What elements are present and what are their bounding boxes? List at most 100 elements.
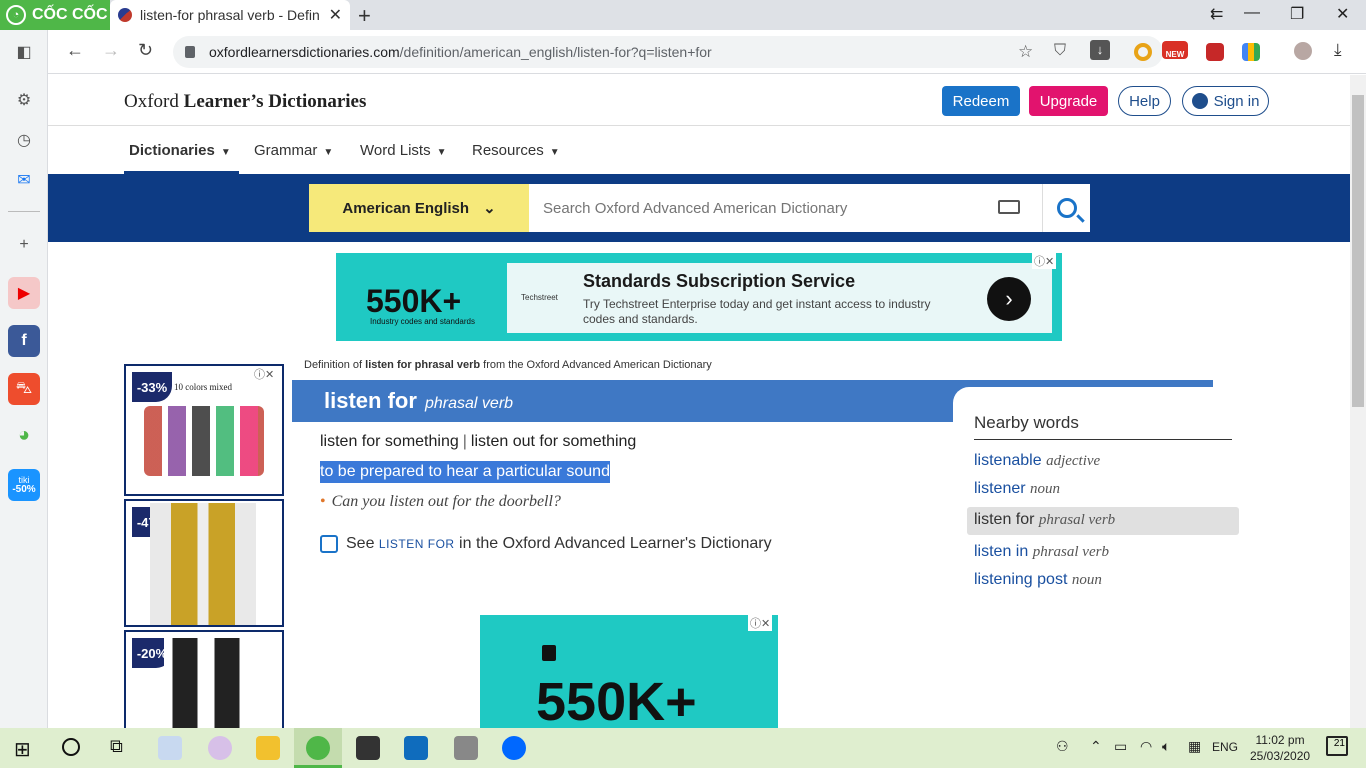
see-link[interactable]: LISTEN FOR — [379, 537, 455, 551]
product-image — [164, 638, 248, 728]
volume-icon[interactable]: 🔈︎ — [1162, 738, 1170, 755]
input-language[interactable]: ENG — [1212, 740, 1238, 754]
tray-chevron-up-icon[interactable]: ⌃ — [1090, 738, 1102, 755]
coccoc-taskbar-icon[interactable] — [306, 736, 330, 760]
minimize-icon[interactable]: — — [1244, 4, 1260, 22]
download-page-icon[interactable]: ↓ — [1090, 40, 1110, 60]
ad-big-number: 550K+ — [536, 672, 697, 728]
nearby-item-current[interactable]: listen for phrasal verb — [974, 511, 1115, 529]
youtube-icon[interactable]: ▶ — [8, 277, 40, 309]
nav-resources[interactable]: Resources ▼ — [472, 142, 560, 159]
app-icon[interactable] — [454, 736, 478, 760]
clock-date: 25/03/2020 — [1250, 749, 1311, 763]
logo-oxford: Oxford — [124, 91, 184, 112]
search-input[interactable] — [529, 184, 1042, 232]
ad-banner-bottom[interactable]: 550K+ ⓘ✕ — [480, 615, 778, 728]
ad-info-close-icon[interactable]: ⓘ✕ — [1032, 253, 1057, 269]
new-ext-icon[interactable]: NEW — [1162, 41, 1188, 59]
phrase-separator: | — [462, 433, 467, 450]
ad-sidebar-products[interactable]: -33% 10 colors mixed ⓘ✕ -47% -20% — [124, 364, 284, 728]
task-view-icon[interactable]: ⧉ — [110, 736, 123, 757]
phrase-form: listen out for something — [470, 433, 637, 450]
cortana-icon[interactable] — [62, 738, 80, 756]
bookmark-star-icon[interactable]: ☆ — [1018, 42, 1033, 62]
nav-word-lists[interactable]: Word Lists ▼ — [360, 142, 446, 159]
nearby-item[interactable]: listener noun — [974, 480, 1060, 498]
see-also-link[interactable]: See LISTEN FOR in the Oxford Advanced Le… — [320, 535, 772, 553]
tiki-icon[interactable]: tiki -50% — [8, 469, 40, 501]
search-button[interactable] — [1042, 184, 1090, 232]
nearby-item[interactable]: listenable adjective — [974, 452, 1100, 470]
product-ad[interactable]: -33% 10 colors mixed ⓘ✕ — [124, 364, 284, 496]
red-ext-icon[interactable] — [1206, 43, 1224, 61]
windows-start-icon[interactable]: ⊞ — [14, 737, 31, 762]
close-tab-icon[interactable]: ✕ — [329, 5, 342, 25]
reload-icon[interactable]: ↻ — [138, 40, 153, 61]
clock-time: 11:02 pm — [1255, 733, 1305, 747]
scrollbar-thumb[interactable] — [1352, 95, 1364, 407]
clock[interactable]: 11:02 pm 25/03/2020 — [1250, 732, 1310, 764]
downloads-icon[interactable]: ⤓ — [1334, 40, 1342, 60]
address-bar-row: oxfordlearnersdictionaries.com/definitio… — [48, 30, 1366, 74]
nearby-item[interactable]: listening post noun — [974, 571, 1102, 589]
settings-icon[interactable]: ⚙ — [8, 84, 40, 116]
upgrade-button[interactable]: Upgrade — [1029, 86, 1108, 116]
document-icon — [542, 645, 556, 661]
chevron-down-icon: ▼ — [436, 147, 447, 158]
coccoc-app-icon[interactable]: ◕ — [8, 419, 40, 451]
messenger-icon[interactable]: ✉ — [8, 164, 40, 196]
nav-grammar[interactable]: Grammar ▼ — [254, 142, 333, 159]
tab-search-icon[interactable]: ⇇ — [1210, 4, 1223, 24]
product-ad[interactable]: -20% — [124, 630, 284, 728]
ad-info-close-icon[interactable]: ⓘ✕ — [748, 615, 773, 631]
active-tab[interactable]: listen-for phrasal verb - Defin ✕ — [110, 0, 350, 30]
nearby-item[interactable]: listen in phrasal verb — [974, 543, 1109, 561]
close-window-icon[interactable]: ✕ — [1336, 4, 1349, 24]
redeem-button[interactable]: Redeem — [942, 86, 1020, 116]
outlook-icon[interactable] — [404, 736, 428, 760]
page-scrollbar[interactable] — [1350, 75, 1366, 728]
ad-arrow-button[interactable]: › — [987, 277, 1031, 321]
facebook-icon[interactable]: f — [8, 325, 40, 357]
battery-icon[interactable]: ▭ — [1114, 738, 1127, 755]
notification-count: 21 — [1333, 738, 1345, 749]
sidebar-toggle-icon[interactable]: ◧ — [8, 36, 40, 68]
zalo-icon[interactable] — [502, 736, 526, 760]
wifi-icon[interactable]: ◠ — [1140, 738, 1152, 755]
headword: listen for — [324, 388, 417, 413]
app-icon[interactable] — [208, 736, 232, 760]
app-icon[interactable] — [158, 736, 182, 760]
sign-in-button[interactable]: Sign in — [1182, 86, 1269, 116]
shopee-icon[interactable]: ⛍ — [8, 373, 40, 405]
ad-banner-top[interactable]: 550K+ Industry codes and standards Techs… — [336, 253, 1062, 341]
help-button[interactable]: Help — [1118, 86, 1171, 116]
browser-logo[interactable]: ◔ CỐC CỐC — [0, 0, 110, 30]
url-host: oxfordlearnersdictionaries.com — [209, 44, 400, 60]
coccoc-ext-icon[interactable] — [1134, 43, 1152, 61]
keyboard-tray-icon[interactable]: ▦ — [1188, 738, 1201, 755]
color-ext-icon[interactable] — [1242, 43, 1260, 61]
app-icon[interactable] — [356, 736, 380, 760]
url-path: /definition/american_english/listen-for?… — [399, 44, 712, 60]
nav-dictionaries[interactable]: Dictionaries ▼ — [129, 142, 231, 159]
dictionary-select[interactable]: American English ⌄ — [309, 184, 529, 232]
add-app-icon[interactable]: + — [8, 229, 40, 261]
product-image — [144, 406, 264, 476]
profile-avatar[interactable] — [1294, 42, 1312, 60]
people-icon[interactable]: ⚇ — [1056, 738, 1069, 755]
history-icon[interactable]: ◷ — [8, 124, 40, 156]
notification-icon[interactable]: 21 — [1326, 736, 1348, 756]
url-field[interactable]: oxfordlearnersdictionaries.com/definitio… — [173, 36, 1163, 68]
shield-icon[interactable]: ⛉ — [1054, 42, 1066, 60]
nearby-pos: phrasal verb — [1038, 512, 1116, 528]
site-logo[interactable]: Oxford Learner’s Dictionaries — [124, 91, 366, 113]
forward-icon[interactable]: → — [102, 40, 120, 61]
file-explorer-icon[interactable] — [256, 736, 280, 760]
back-icon[interactable]: ← — [66, 40, 84, 61]
keyboard-icon[interactable] — [998, 200, 1020, 214]
ad-info-close-icon[interactable]: ⓘ✕ — [252, 366, 277, 382]
product-ad[interactable]: -47% — [124, 499, 284, 627]
ad-brand: Techstreet — [521, 293, 558, 302]
restore-icon[interactable]: ❐ — [1290, 4, 1304, 24]
new-tab-icon[interactable]: + — [358, 3, 371, 29]
